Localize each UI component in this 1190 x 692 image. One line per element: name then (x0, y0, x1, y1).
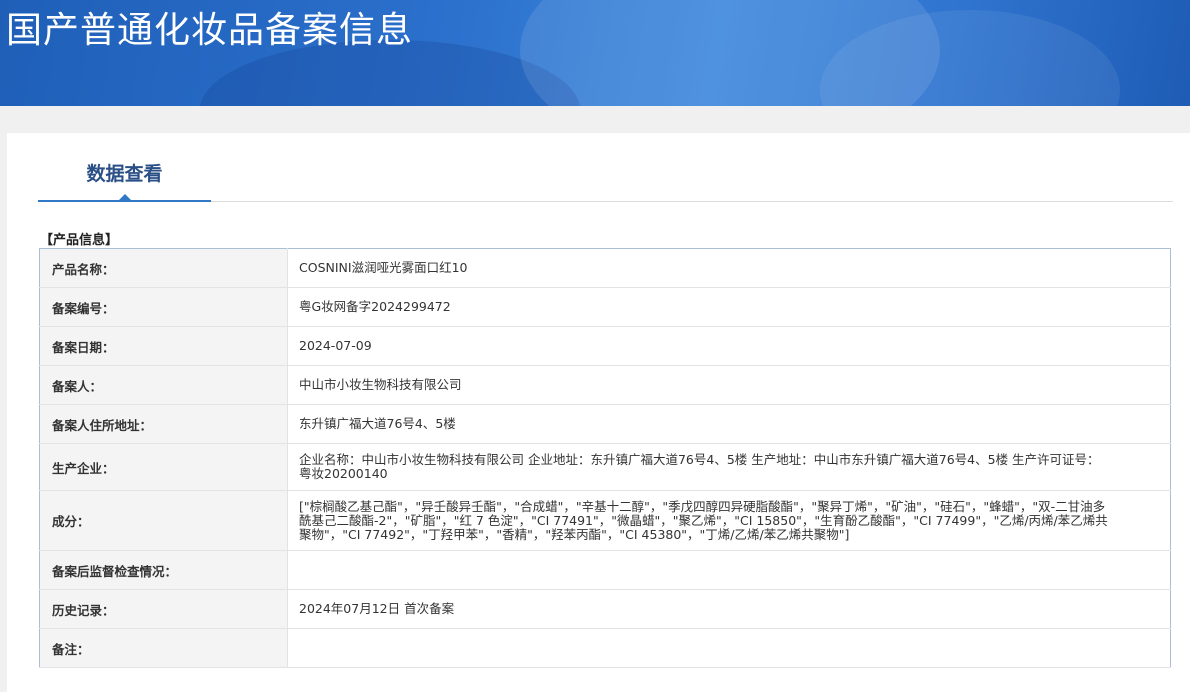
field-label: 产品名称： (39, 248, 288, 288)
field-label: 历史记录： (39, 589, 288, 629)
field-label: 备案日期： (39, 326, 288, 366)
field-label: 生产企业： (39, 443, 288, 491)
field-value: 东升镇广福大道76号4、5楼 (287, 404, 1171, 444)
section-title: 【产品信息】 (40, 233, 119, 248)
table-row: 备案人： 中山市小妆生物科技有限公司 (39, 365, 1171, 405)
tab-divider (211, 201, 1173, 202)
table-row: 备注： (39, 628, 1171, 668)
table-row: 历史记录： 2024年07月12日 首次备案 (39, 589, 1171, 629)
field-value: 中山市小妆生物科技有限公司 (287, 365, 1171, 405)
table-row: 备案人住所地址： 东升镇广福大道76号4、5楼 (39, 404, 1171, 444)
header-banner: 国产普通化妆品备案信息 (0, 0, 1190, 106)
page-title: 国产普通化妆品备案信息 (6, 10, 414, 51)
field-label: 备案后监督检查情况： (39, 550, 288, 590)
field-value (287, 628, 1171, 668)
tab-label: 数据查看 (86, 163, 163, 185)
field-value: COSNINI滋润哑光雾面口红10 (287, 248, 1171, 288)
table-row: 备案日期： 2024-07-09 (39, 326, 1171, 366)
field-value: ["棕榈酸乙基己酯"，"异壬酸异壬酯"，"合成蜡"，"辛基十二醇"，"季戊四醇四… (287, 490, 1171, 551)
field-label: 备注： (39, 628, 288, 668)
field-label: 成分： (39, 490, 288, 551)
field-label: 备案编号： (39, 287, 288, 327)
field-label: 备案人： (39, 365, 288, 405)
table-row: 产品名称： COSNINI滋润哑光雾面口红10 (39, 248, 1171, 288)
field-label: 备案人住所地址： (39, 404, 288, 444)
tab-data-view[interactable]: 数据查看 (38, 133, 211, 202)
field-value: 2024-07-09 (287, 326, 1171, 366)
main-panel: 数据查看 【产品信息】 产品名称： COSNINI滋润哑光雾面口红10 备案编号… (7, 133, 1190, 692)
table-row: 成分： ["棕榈酸乙基己酯"，"异壬酸异壬酯"，"合成蜡"，"辛基十二醇"，"季… (39, 490, 1171, 551)
table-row: 备案后监督检查情况： (39, 550, 1171, 590)
field-value (287, 550, 1171, 590)
tab-active-underline (38, 200, 211, 202)
field-value: 企业名称：中山市小妆生物科技有限公司 企业地址：东升镇广福大道76号4、5楼 生… (287, 443, 1171, 491)
field-value: 2024年07月12日 首次备案 (287, 589, 1171, 629)
table-row: 备案编号： 粤G妆网备字2024299472 (39, 287, 1171, 327)
field-value: 粤G妆网备字2024299472 (287, 287, 1171, 327)
product-info-table: 产品名称： COSNINI滋润哑光雾面口红10 备案编号： 粤G妆网备字2024… (39, 248, 1171, 668)
table-row: 生产企业： 企业名称：中山市小妆生物科技有限公司 企业地址：东升镇广福大道76号… (39, 443, 1171, 491)
